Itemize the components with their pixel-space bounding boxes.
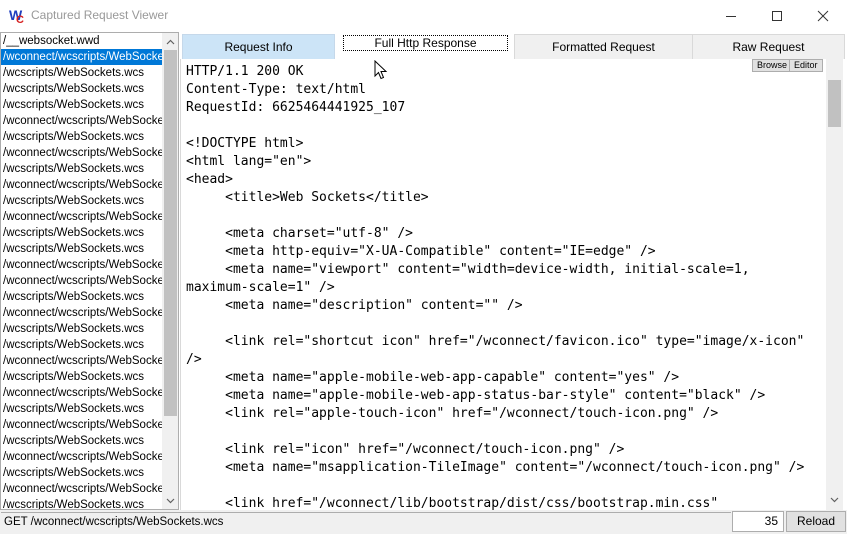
response-text[interactable]: HTTP/1.1 200 OK Content-Type: text/html Re… <box>186 63 826 510</box>
list-item[interactable]: /wcscripts/WebSockets.wcs <box>1 289 163 305</box>
scroll-thumb[interactable] <box>164 50 177 416</box>
response-line: <head> <box>186 172 233 187</box>
minimize-icon <box>726 15 736 17</box>
list-item[interactable]: /wconnect/wcscripts/WebSockets.wcs <box>1 49 163 65</box>
tab-request-info[interactable]: Request Info <box>182 34 335 60</box>
request-list[interactable]: /__websocket.wwd/wconnect/wcscripts/WebS… <box>0 32 179 510</box>
list-item[interactable]: /wconnect/wcscripts/WebSockets.wcs <box>1 273 163 289</box>
list-item[interactable]: /wcscripts/WebSockets.wcs <box>1 241 163 257</box>
window-title: Captured Request Viewer <box>31 8 169 22</box>
chevron-down-icon <box>166 498 175 503</box>
list-item[interactable]: /wcscripts/WebSockets.wcs <box>1 321 163 337</box>
response-line: <meta name="msapplication-TileImage" con… <box>186 460 805 475</box>
chevron-down-icon <box>830 497 839 502</box>
response-line: maximum-scale=1" /> <box>186 280 335 295</box>
tab-raw-request[interactable]: Raw Request <box>692 34 845 60</box>
tab-label: Formatted Request <box>552 40 655 54</box>
response-line: HTTP/1.1 200 OK <box>186 64 304 79</box>
chevron-up-icon <box>166 39 175 44</box>
list-item[interactable]: /__websocket.wwd <box>1 33 163 49</box>
reload-button[interactable]: Reload <box>786 511 846 532</box>
close-button[interactable] <box>800 0 846 31</box>
list-item[interactable]: /wcscripts/WebSockets.wcs <box>1 369 163 385</box>
list-item[interactable]: /wconnect/wcscripts/WebSockets.wcs <box>1 481 163 497</box>
request-count-field[interactable]: 35 <box>732 511 784 532</box>
list-item[interactable]: /wconnect/wcscripts/WebSockets.wcs <box>1 417 163 433</box>
maximize-button[interactable] <box>754 0 800 31</box>
list-item[interactable]: /wcscripts/WebSockets.wcs <box>1 497 163 509</box>
response-line: <meta name="apple-mobile-web-app-capable… <box>186 370 680 385</box>
scroll-thumb[interactable] <box>828 80 841 127</box>
mouse-cursor-icon <box>374 60 388 80</box>
list-item[interactable]: /wcscripts/WebSockets.wcs <box>1 65 163 81</box>
tab-formatted-request[interactable]: Formatted Request <box>514 34 693 60</box>
response-line: RequestId: 6625464441925_107 <box>186 100 406 115</box>
wc-app-icon: W C <box>9 7 24 24</box>
close-icon <box>817 10 829 21</box>
response-line: <title>Web Sockets</title> <box>186 190 429 205</box>
response-line: <meta name="description" content="" /> <box>186 298 523 313</box>
response-line: <meta name="apple-mobile-web-app-status-… <box>186 388 766 403</box>
list-item[interactable]: /wcscripts/WebSockets.wcs <box>1 193 163 209</box>
svg-text:C: C <box>16 14 24 24</box>
scroll-down-button[interactable] <box>826 491 843 508</box>
list-item[interactable]: /wconnect/wcscripts/WebSockets.wcs <box>1 177 163 193</box>
response-line: <link rel="shortcut icon" href="/wconnec… <box>186 334 805 349</box>
tab-label: Full Http Response <box>374 36 477 50</box>
list-item[interactable]: /wcscripts/WebSockets.wcs <box>1 225 163 241</box>
editor-button[interactable]: Editor <box>789 59 823 72</box>
tab-full-http-response[interactable]: Full Http Response <box>340 32 511 54</box>
tab-label: Request Info <box>224 40 293 54</box>
browse-button[interactable]: Browse <box>752 59 793 72</box>
list-item[interactable]: /wconnect/wcscripts/WebSockets.wcs <box>1 449 163 465</box>
list-item[interactable]: /wcscripts/WebSockets.wcs <box>1 97 163 113</box>
scroll-up-button[interactable] <box>162 33 178 50</box>
list-item[interactable]: /wconnect/wcscripts/WebSockets.wcs <box>1 257 163 273</box>
list-item[interactable]: /wcscripts/WebSockets.wcs <box>1 337 163 353</box>
tab-label: Raw Request <box>732 40 805 54</box>
list-item[interactable]: /wcscripts/WebSockets.wcs <box>1 433 163 449</box>
scroll-down-button[interactable] <box>162 492 178 509</box>
maximize-icon <box>772 10 782 21</box>
minimize-button[interactable] <box>708 0 754 31</box>
response-line: Content-Type: text/html <box>186 82 367 97</box>
response-line: <link rel="apple-touch-icon" href="/wcon… <box>186 406 719 421</box>
response-line: <link href="/wconnect/lib/bootstrap/dist… <box>186 496 719 510</box>
list-item[interactable]: /wconnect/wcscripts/WebSockets.wcs <box>1 353 163 369</box>
tab-bar: Request Info Full Http Response Formatte… <box>180 32 847 60</box>
list-item[interactable]: /wcscripts/WebSockets.wcs <box>1 129 163 145</box>
list-item[interactable]: /wconnect/wcscripts/WebSockets.wcs <box>1 113 163 129</box>
list-item[interactable]: /wcscripts/WebSockets.wcs <box>1 401 163 417</box>
list-item[interactable]: /wcscripts/WebSockets.wcs <box>1 81 163 97</box>
response-line: <meta name="viewport" content="width=dev… <box>186 262 750 277</box>
response-line: <html lang="en"> <box>186 154 312 169</box>
response-line: <!DOCTYPE html> <box>186 136 304 151</box>
request-list-scrollbar[interactable] <box>162 33 178 509</box>
status-request-line: GET /wconnect/wcscripts/WebSockets.wcs <box>1 512 731 532</box>
list-item[interactable]: /wcscripts/WebSockets.wcs <box>1 161 163 177</box>
list-item[interactable]: /wcscripts/WebSockets.wcs <box>1 465 163 481</box>
list-item[interactable]: /wconnect/wcscripts/WebSockets.wcs <box>1 145 163 161</box>
list-item[interactable]: /wconnect/wcscripts/WebSockets.wcs <box>1 385 163 401</box>
list-item[interactable]: /wconnect/wcscripts/WebSockets.wcs <box>1 305 163 321</box>
response-line: <meta http-equiv="X-UA-Compatible" conte… <box>186 244 656 259</box>
response-scrollbar[interactable] <box>826 59 843 510</box>
response-line: <link rel="icon" href="/wconnect/touch-i… <box>186 442 625 457</box>
title-bar[interactable]: W C Captured Request Viewer <box>0 0 847 31</box>
status-bar: GET /wconnect/wcscripts/WebSockets.wcs 3… <box>0 510 847 534</box>
response-line: /> <box>186 352 202 367</box>
response-line: <meta charset="utf-8" /> <box>186 226 413 241</box>
list-item[interactable]: /wconnect/wcscripts/WebSockets.wcs <box>1 209 163 225</box>
